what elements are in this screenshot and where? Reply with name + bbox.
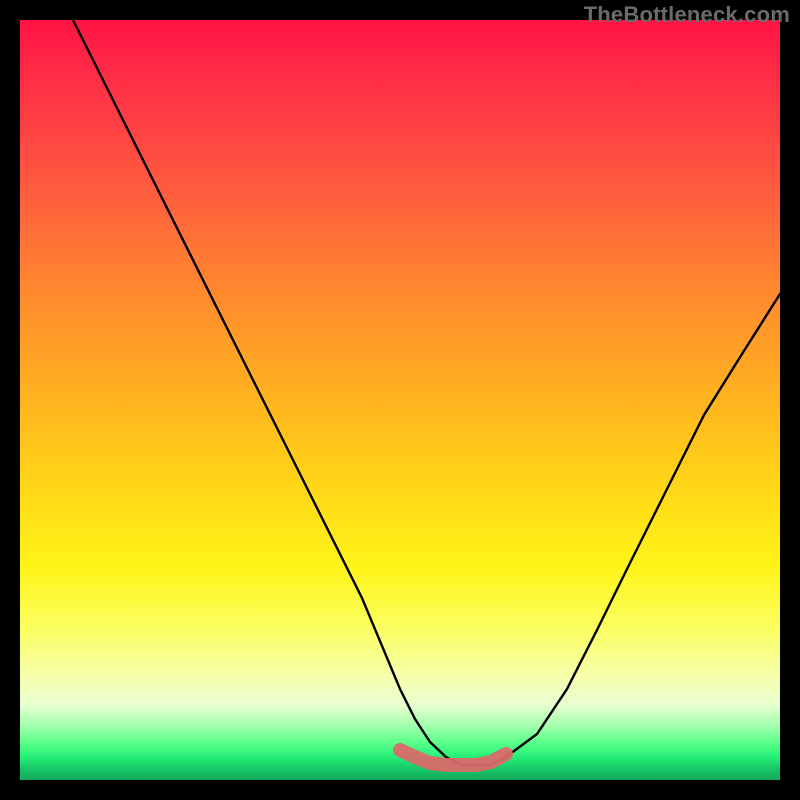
chart-container: TheBottleneck.com: [0, 0, 800, 800]
plot-area: [20, 20, 780, 780]
watermark-text: TheBottleneck.com: [584, 2, 790, 28]
chart-svg: [20, 20, 780, 780]
bottom-highlight: [400, 750, 506, 765]
curve-line: [73, 20, 780, 765]
